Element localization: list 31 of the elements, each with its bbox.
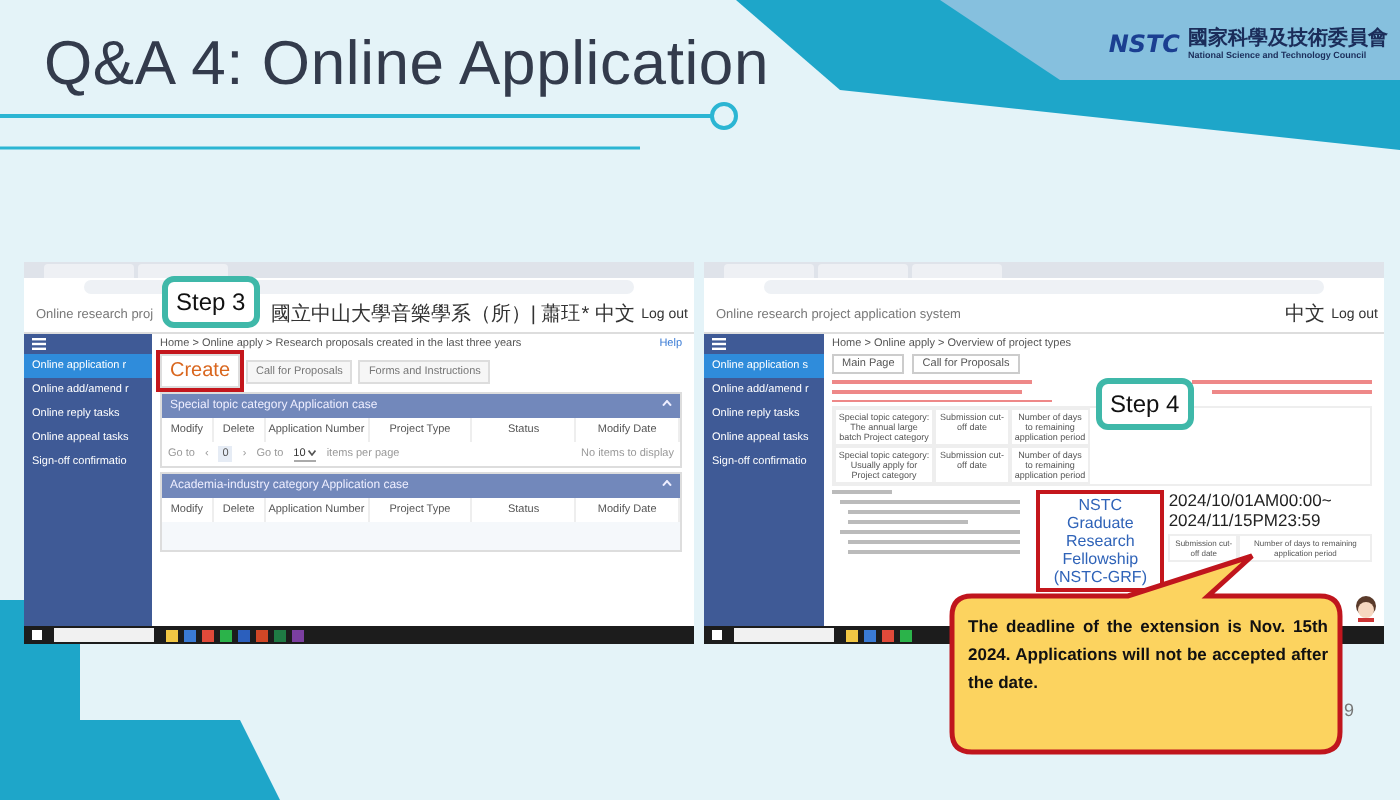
browser-tab[interactable] bbox=[818, 264, 908, 278]
collapse-icon[interactable] bbox=[662, 480, 672, 486]
cartoon-character-icon bbox=[1352, 594, 1380, 622]
taskbar-search-field[interactable] bbox=[54, 628, 154, 642]
page-number: 9 bbox=[1344, 700, 1355, 720]
browser-tab[interactable] bbox=[912, 264, 1002, 278]
start-icon[interactable] bbox=[32, 630, 42, 640]
language-link[interactable]: 中文 bbox=[1285, 300, 1326, 328]
highlighted-project-name: NSTC Graduate Research Fellowship (NSTC-GRF) bbox=[1036, 490, 1165, 592]
slide-title: Q&A 4: Online Application bbox=[44, 28, 770, 100]
taskbar-search-field[interactable] bbox=[734, 628, 834, 642]
collapse-icon[interactable] bbox=[662, 400, 672, 406]
menu-icon[interactable] bbox=[32, 338, 46, 350]
address-bar[interactable] bbox=[764, 280, 1324, 294]
tab[interactable]: Create bbox=[160, 354, 241, 388]
step-label: Step 3 bbox=[162, 276, 260, 328]
language-link[interactable]: 中文 bbox=[595, 300, 636, 328]
logo-name: 國家科學及技術委員會 bbox=[1188, 28, 1388, 50]
browser-tab[interactable] bbox=[138, 264, 228, 278]
taskbar-apps-drawing[interactable] bbox=[846, 629, 914, 641]
step-label: Step 4 bbox=[1096, 378, 1194, 430]
browser-tab[interactable] bbox=[724, 264, 814, 278]
caret-icon bbox=[308, 449, 317, 455]
taskbar-apps-drawing[interactable] bbox=[166, 629, 306, 641]
deadline-note: The deadline of the extension is Nov. 15th 2024. Applications will not be accepted after the date. bbox=[968, 614, 1328, 696]
application-period: 2024/10/01AM00:00~2024/11/15PM23:59 bbox=[1168, 490, 1334, 530]
start-icon[interactable] bbox=[712, 630, 722, 640]
browser-tab[interactable] bbox=[44, 264, 134, 278]
logo-mark: NSTC bbox=[1108, 30, 1180, 58]
menu-icon[interactable] bbox=[712, 338, 726, 350]
user-name: 國立中山大學音樂學系（所）| 蕭玨* bbox=[270, 301, 590, 328]
